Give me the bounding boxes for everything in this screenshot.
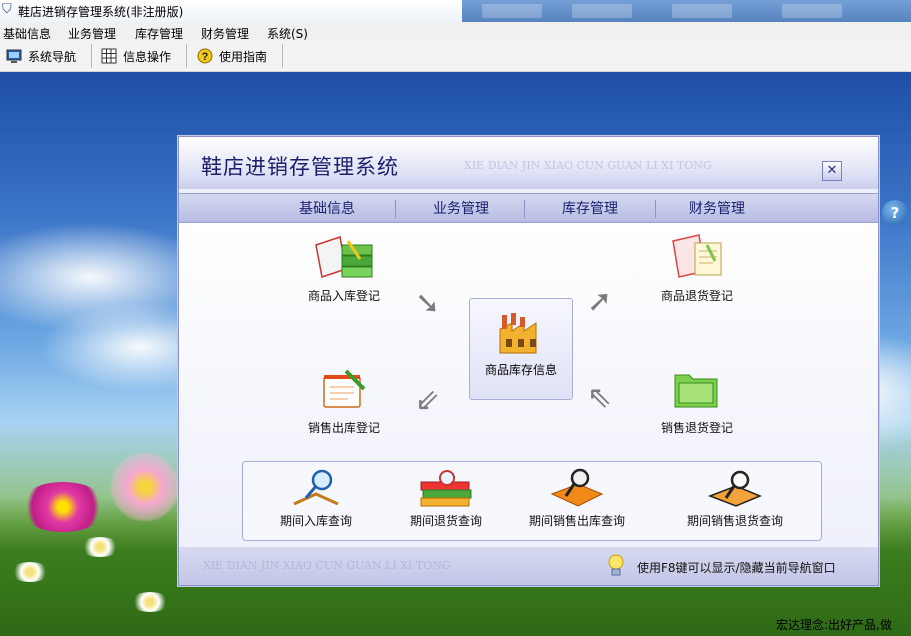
monitor-icon	[6, 48, 22, 64]
sale-out-entry[interactable]: 销售出库登记	[284, 363, 404, 436]
toolbar-system-nav-button[interactable]: 系统导航	[6, 44, 92, 68]
dark-book-magnifier-icon	[706, 468, 764, 508]
factory-icon	[494, 309, 548, 357]
query-return[interactable]: 期间退货查询	[391, 468, 501, 529]
footer-hint: 使用F8键可以显示/隐藏当前导航窗口	[637, 561, 836, 575]
window-title: 鞋店进销存管理系统(非注册版)	[18, 5, 184, 19]
query-sale-return[interactable]: 期间销售退货查询	[665, 468, 805, 529]
lightbulb-icon	[606, 553, 626, 577]
toolbar: 系统导航 信息操作 ? 使用指南	[0, 41, 911, 72]
window-titlebar: ⛉ 鞋店进销存管理系统(非注册版)	[0, 0, 911, 22]
sale-out-label: 销售出库登记	[307, 421, 380, 435]
panel-header: 鞋店进销存管理系统 XIE DIAN JIN XIAO CUN GUAN LI …	[179, 137, 878, 189]
footer-watermark: XIE DIAN JIN XIAO CUN GUAN LI XI TONG	[203, 559, 451, 572]
menu-business[interactable]: 业务管理	[68, 25, 116, 42]
query-return-label: 期间退货查询	[409, 514, 482, 528]
magnifier-book-icon	[292, 468, 340, 508]
menu-inventory[interactable]: 库存管理	[135, 25, 183, 42]
arrow-left-up-icon: ⇖	[587, 380, 613, 415]
toolbar-guide-button[interactable]: ? 使用指南	[197, 44, 283, 68]
notebook-icon	[669, 231, 725, 281]
toolbar-guide-label: 使用指南	[219, 49, 268, 64]
query-stock-in[interactable]: 期间入库查询	[261, 468, 371, 529]
query-stock-in-label: 期间入库查询	[279, 514, 352, 528]
sale-return-entry[interactable]: 销售退货登记	[637, 363, 757, 436]
grid-icon	[101, 48, 117, 64]
panel-title: 鞋店进销存管理系统	[201, 155, 399, 179]
orange-book-magnifier-icon	[548, 468, 606, 508]
inventory-label: 商品库存信息	[484, 363, 557, 377]
panel-footer: XIE DIAN JIN XIAO CUN GUAN LI XI TONG 使用…	[179, 547, 878, 585]
arrow-left-down-icon: ⇙	[415, 383, 441, 418]
menu-basic-info[interactable]: 基础信息	[3, 25, 51, 42]
books-magnifier-icon	[417, 468, 475, 508]
panel-tabs: 基础信息 业务管理 库存管理 财务管理	[179, 193, 878, 223]
sale-return-label: 销售退货登记	[660, 421, 733, 435]
tab-inventory[interactable]: 库存管理	[540, 198, 640, 218]
query-sale-out[interactable]: 期间销售出库查询	[513, 468, 641, 529]
desktop-help-icon[interactable]: ?	[882, 200, 908, 226]
tab-finance[interactable]: 财务管理	[667, 198, 767, 218]
close-icon[interactable]: ✕	[822, 161, 842, 181]
green-folder-icon	[669, 363, 725, 413]
panel-watermark: XIE DIAN JIN XIAO CUN GUAN LI XI TONG	[464, 159, 712, 172]
background-taskbar	[462, 0, 911, 22]
toolbar-system-nav-label: 系统导航	[28, 49, 77, 64]
app-icon: ⛉	[2, 2, 12, 17]
arrow-right-up-icon: ➚	[587, 284, 613, 319]
svg-text:?: ?	[202, 51, 209, 63]
menu-system[interactable]: 系统(S)	[267, 25, 308, 42]
toolbar-info-ops-button[interactable]: 信息操作	[101, 44, 187, 68]
inventory-hub[interactable]: 商品库存信息	[469, 298, 573, 400]
query-sale-out-label: 期间销售出库查询	[528, 514, 625, 528]
stock-in-entry[interactable]: 商品入库登记	[284, 231, 404, 304]
query-sale-return-label: 期间销售退货查询	[686, 514, 783, 528]
tab-basic-info[interactable]: 基础信息	[277, 198, 377, 218]
tab-business[interactable]: 业务管理	[411, 198, 511, 218]
toolbar-info-ops-label: 信息操作	[123, 49, 172, 64]
help-icon: ?	[197, 48, 213, 64]
panel-body: 商品入库登记 商品退货登记 ➘ ➚ ⇙ ⇖ 商品库存信息 销售出库登记 销售退货…	[179, 223, 878, 547]
navigation-panel: 鞋店进销存管理系统 XIE DIAN JIN XIAO CUN GUAN LI …	[178, 136, 879, 586]
notepad-pen-icon	[316, 363, 372, 413]
desktop-bottom-text: 宏达理念:出好产品,做	[776, 618, 892, 632]
query-section: 期间入库查询 期间退货查询 期间销售出库查询 期间销售退货查询	[242, 461, 822, 541]
ledger-book-icon	[312, 231, 376, 281]
menu-bar: 基础信息 业务管理 库存管理 财务管理 系统(S)	[0, 22, 911, 41]
stock-in-label: 商品入库登记	[307, 289, 380, 303]
arrow-right-down-icon: ➘	[415, 286, 441, 321]
menu-finance[interactable]: 财务管理	[201, 25, 249, 42]
return-in-entry[interactable]: 商品退货登记	[637, 231, 757, 304]
return-in-label: 商品退货登记	[660, 289, 733, 303]
